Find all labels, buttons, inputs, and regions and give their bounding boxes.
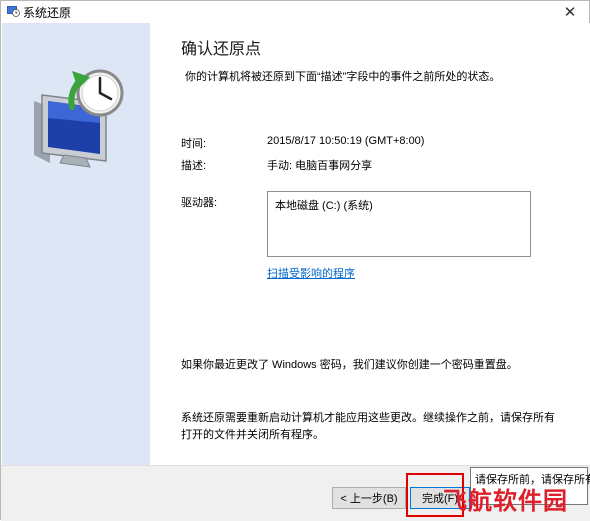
back-button[interactable]: < 上一步(B)	[332, 487, 406, 509]
restore-description: 你的计算机将被还原到下面“描述”字段中的事件之前所处的状态。	[185, 71, 501, 83]
window-title: 系统还原	[23, 6, 72, 20]
system-restore-illustration-icon	[34, 69, 124, 168]
drives-list[interactable]: 本地磁盘 (C:) (系统)	[267, 191, 531, 257]
system-restore-window: 系统还原 ✕ 确认还原点 你的计算机将被还原到下面“描述”字段中的事件之前所处的	[0, 0, 590, 521]
sidebar-panel	[2, 23, 150, 465]
time-label: 时间:	[181, 138, 207, 150]
watermark-logo: 飞航软件园	[443, 487, 568, 515]
close-button[interactable]: ✕	[555, 1, 585, 23]
scan-affected-programs-link[interactable]: 扫描受影响的程序	[267, 265, 355, 281]
close-icon: ✕	[563, 4, 577, 21]
system-restore-icon	[7, 6, 20, 17]
password-notice: 如果你最近更改了 Windows 密码，我们建议你创建一个密码重置盘。	[181, 359, 518, 371]
description-label: 描述:	[181, 160, 207, 172]
restart-notice: 系统还原需要重新启动计算机才能应用这些更改。继续操作之前，请保存所有打开的文件并…	[181, 412, 555, 441]
page-heading: 确认还原点	[181, 41, 262, 58]
main-content: 确认还原点 你的计算机将被还原到下面“描述”字段中的事件之前所处的状态。 时间:…	[150, 23, 590, 465]
list-item[interactable]: 本地磁盘 (C:) (系统)	[275, 197, 373, 213]
time-value: 2015/8/17 10:50:19 (GMT+8:00)	[267, 135, 425, 147]
drives-label: 驱动器:	[181, 197, 218, 209]
description-value: 手动: 电脑百事网分享	[267, 160, 373, 172]
title-bar: 系统还原 ✕	[1, 1, 589, 23]
